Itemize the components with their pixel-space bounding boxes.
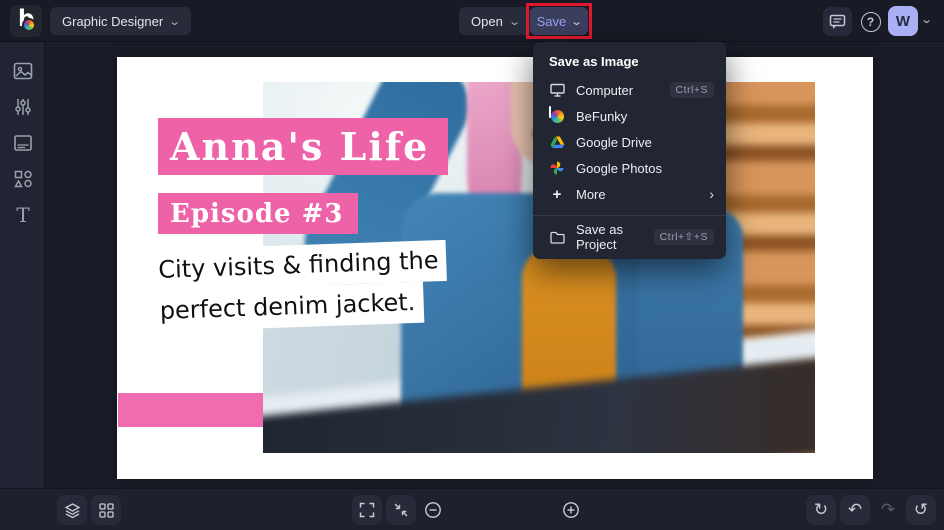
menu-item-befunky[interactable]: BeFunky [533, 103, 726, 129]
save-button[interactable]: Save ⌄ [530, 7, 588, 35]
undo-icon: ↶ [847, 500, 863, 520]
shortcut-badge: Ctrl+⇧+S [653, 229, 714, 245]
chat-bubble-icon [829, 14, 846, 29]
chevron-down-icon: ⌄ [168, 15, 182, 28]
history-button[interactable]: ↺ [906, 495, 936, 525]
layers-icon [64, 502, 80, 518]
menu-item-label: Google Photos [576, 160, 663, 176]
design-canvas[interactable]: Anna's Life Episode #3 City visits & fin… [117, 57, 873, 479]
menu-item-computer[interactable]: Computer Ctrl+S [533, 77, 726, 103]
shapes-icon [14, 170, 32, 188]
fullscreen-icon [359, 502, 375, 518]
redo-icon: ↷ [880, 500, 896, 520]
redo-button[interactable]: ↷ [873, 495, 903, 525]
left-sidebar: T [0, 42, 45, 488]
menu-item-label: Computer [576, 82, 634, 98]
menu-item-google-photos[interactable]: Google Photos [533, 155, 726, 181]
chevron-right-icon: › [709, 186, 714, 202]
plus-circle-icon [563, 502, 579, 518]
menu-item-more[interactable]: + More › [533, 181, 726, 207]
minus-circle-icon [425, 502, 441, 518]
adjust-sliders-icon [15, 99, 31, 115]
folder-icon [549, 229, 565, 245]
layers-button[interactable] [57, 495, 87, 525]
befunky-logo[interactable]: b [10, 5, 42, 37]
history-icon: ↺ [913, 500, 929, 520]
canvas-caption-text[interactable]: City visits & finding the perfect denim … [149, 239, 449, 333]
sidebar-item-image-manager[interactable] [12, 60, 34, 82]
canvas-pink-bar[interactable] [118, 393, 263, 427]
help-button[interactable]: ? [856, 7, 885, 36]
logo-color-wheel-icon [22, 18, 36, 32]
menu-item-label: More [576, 186, 606, 202]
fit-to-screen-button[interactable] [386, 495, 416, 525]
chevron-down-icon: ⌄ [507, 15, 521, 28]
feedback-button[interactable] [823, 7, 852, 36]
mode-selector-label: Graphic Designer [62, 13, 164, 29]
menu-item-label: Save as Project [576, 222, 623, 252]
save-menu-header: Save as Image [549, 54, 639, 69]
google-drive-icon [549, 134, 565, 150]
menu-item-save-as-project[interactable]: Save as Project Ctrl+⇧+S [533, 222, 726, 252]
menu-item-label: BeFunky [576, 108, 628, 124]
menu-item-label: Google Drive [576, 134, 652, 150]
zoom-out-button[interactable] [418, 495, 448, 525]
canvas-title-text[interactable]: Anna's Life [158, 118, 448, 175]
bottom-toolbar: 72% ↻ ↶ ↷ ↺ [0, 488, 944, 530]
menu-item-google-drive[interactable]: Google Drive [533, 129, 726, 155]
account-chevron-down-icon[interactable]: ⌄ [920, 13, 933, 26]
question-mark-icon: ? [860, 11, 881, 32]
chevron-down-icon: ⌄ [570, 15, 584, 28]
user-avatar[interactable]: W [888, 6, 918, 36]
shortcut-badge: Ctrl+S [669, 82, 714, 98]
grid-view-button[interactable] [91, 495, 121, 525]
sidebar-item-edit[interactable] [12, 96, 34, 118]
menu-divider [533, 215, 726, 216]
canvas-subtitle-text[interactable]: Episode #3 [158, 193, 358, 234]
reset-icon: ↻ [813, 500, 829, 520]
save-button-label: Save [536, 13, 567, 29]
zoom-in-button[interactable] [556, 495, 586, 525]
befunky-icon [548, 105, 565, 124]
fit-screen-icon [394, 503, 408, 517]
top-toolbar: b Graphic Designer ⌄ Open ⌄ Save ⌄ ? W ⌄ [0, 0, 944, 42]
google-photos-icon [549, 160, 565, 176]
sidebar-item-templates[interactable] [12, 132, 34, 154]
plus-icon: + [552, 185, 562, 203]
open-button[interactable]: Open ⌄ [459, 7, 532, 35]
sidebar-item-graphics[interactable] [12, 168, 34, 190]
reset-button[interactable]: ↻ [806, 495, 836, 525]
computer-icon [549, 82, 565, 98]
grid-icon [98, 502, 114, 518]
save-dropdown-menu: Save as Image Computer Ctrl+S BeFunky Go… [533, 42, 726, 259]
mode-selector-button[interactable]: Graphic Designer ⌄ [50, 7, 192, 35]
template-card-icon [14, 135, 32, 151]
open-button-label: Open [471, 13, 503, 29]
sidebar-item-text[interactable]: T [12, 203, 34, 227]
undo-button[interactable]: ↶ [840, 495, 870, 525]
text-tool-icon: T [16, 203, 30, 227]
fullscreen-button[interactable] [352, 495, 382, 525]
image-icon [13, 62, 33, 80]
